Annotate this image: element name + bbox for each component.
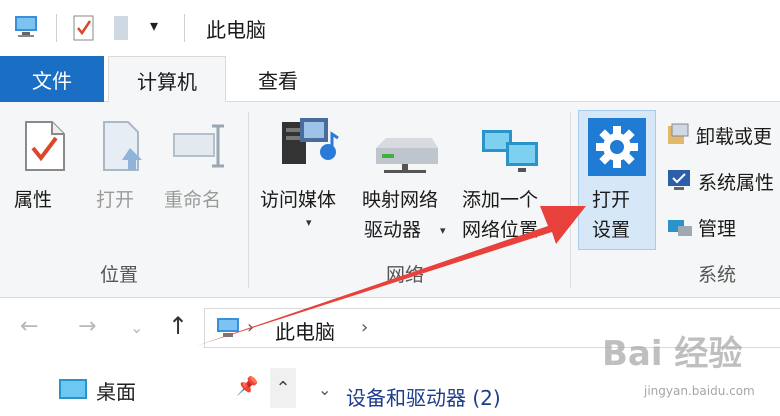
map-drive-icon — [372, 134, 440, 178]
system-properties-icon — [666, 168, 692, 196]
this-pc-icon — [12, 14, 42, 44]
desktop-icon — [58, 378, 88, 404]
watermark-brand: Bai 经验 — [602, 334, 743, 374]
group-separator — [248, 112, 249, 288]
watermark-logo: Bai 经验 jingyan.baidu.com — [572, 326, 772, 416]
open-file-icon — [100, 118, 150, 178]
open-settings-button-line1[interactable]: 打开 — [592, 186, 630, 214]
tab-view[interactable]: 查看 — [236, 56, 320, 103]
uninstall-button[interactable]: 卸载或更 — [696, 122, 772, 149]
up-arrow-icon[interactable]: ↑ — [168, 312, 188, 340]
access-media-button[interactable]: 访问媒体 — [260, 186, 336, 214]
address-separator-icon[interactable]: › — [247, 317, 254, 338]
section-collapse-chevron-icon[interactable]: ⌄ — [318, 380, 331, 399]
manage-icon — [666, 214, 694, 242]
section-devices-and-drives[interactable]: 设备和驱动器 (2) — [346, 382, 501, 411]
title-bar: ▾ 此电脑 — [0, 0, 780, 56]
group-label-network: 网络 — [386, 264, 425, 286]
nav-item-desktop[interactable]: 桌面 — [96, 376, 136, 405]
add-network-location-line2[interactable]: 网络位置 — [462, 216, 538, 244]
new-folder-qat-icon[interactable] — [112, 14, 132, 46]
group-label-system: 系统 — [698, 264, 737, 286]
qat-dropdown-icon[interactable]: ▾ — [150, 16, 158, 35]
map-drive-button-line1[interactable]: 映射网络 — [362, 186, 438, 214]
pin-icon[interactable]: 📌 — [236, 376, 258, 397]
map-drive-dropdown-icon[interactable]: ▾ — [440, 224, 446, 237]
scroll-up-button[interactable]: ⌃ — [270, 368, 296, 408]
tab-computer[interactable]: 计算机 — [108, 56, 226, 103]
window-title: 此电脑 — [206, 18, 266, 42]
tab-file[interactable]: 文件 — [0, 56, 104, 102]
ribbon-panel: 属性 打开 重命名 位置 访问媒体 ▾ 映射网络 驱动器 ▾ 添加一个 网络位置… — [0, 102, 780, 298]
rename-icon — [172, 122, 232, 174]
watermark-url: jingyan.baidu.com — [644, 384, 755, 398]
address-chevron-icon[interactable]: › — [361, 317, 368, 338]
properties-button[interactable]: 属性 — [14, 186, 52, 214]
manage-button[interactable]: 管理 — [698, 214, 736, 241]
group-separator — [570, 112, 571, 288]
this-pc-address-icon — [215, 316, 243, 344]
media-icon — [276, 112, 342, 182]
open-settings-button-line2[interactable]: 设置 — [592, 216, 630, 244]
ribbon-tabs: 文件 计算机 查看 — [0, 56, 780, 103]
open-button[interactable]: 打开 — [96, 186, 134, 214]
forward-arrow-icon[interactable]: → — [78, 314, 96, 339]
uninstall-icon — [666, 122, 690, 150]
map-drive-button-line2[interactable]: 驱动器 — [364, 216, 421, 244]
settings-gear-icon — [588, 118, 646, 180]
address-path[interactable]: 此电脑 — [275, 316, 335, 345]
qat-separator — [56, 14, 57, 42]
properties-qat-icon[interactable] — [72, 14, 96, 46]
add-network-location-line1[interactable]: 添加一个 — [462, 186, 538, 214]
properties-icon — [22, 118, 68, 178]
back-arrow-icon[interactable]: ← — [20, 314, 38, 339]
system-properties-button[interactable]: 系统属性 — [698, 168, 774, 195]
recent-locations-chevron-icon[interactable]: ⌄ — [130, 318, 143, 337]
access-media-dropdown-icon[interactable]: ▾ — [306, 216, 312, 229]
title-separator — [184, 14, 185, 42]
add-network-location-icon — [478, 126, 544, 180]
group-label-location: 位置 — [100, 264, 139, 286]
rename-button[interactable]: 重命名 — [164, 186, 221, 214]
